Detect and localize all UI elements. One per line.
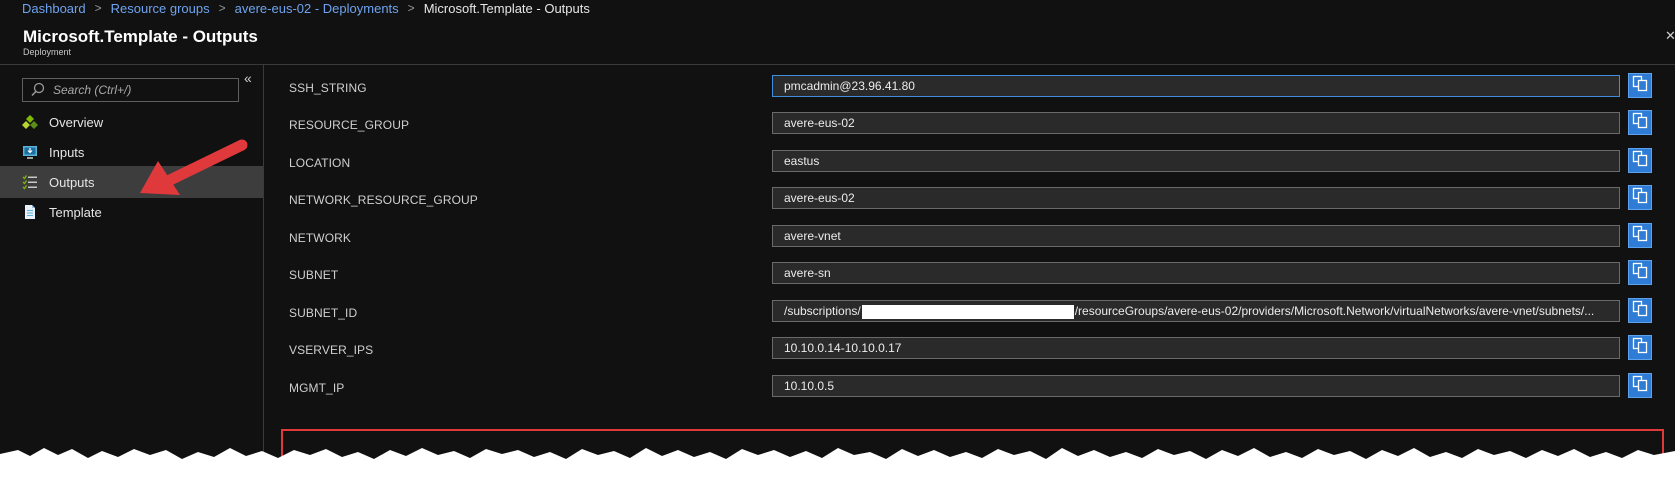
template-icon bbox=[21, 203, 39, 221]
output-name: NETWORK bbox=[289, 231, 352, 245]
copy-button[interactable] bbox=[1628, 373, 1652, 398]
breadcrumb-separator: > bbox=[407, 1, 415, 15]
copy-icon bbox=[1632, 262, 1648, 284]
output-row-ssh-string: SSH_STRING pmcadmin@23.96.41.80 bbox=[264, 67, 1675, 107]
output-row-resource-group: RESOURCE_GROUP avere-eus-02 bbox=[264, 104, 1675, 144]
outputs-panel: SSH_STRING pmcadmin@23.96.41.80 RESOURCE… bbox=[264, 65, 1675, 486]
azure-portal-blade: Dashboard > Resource groups > avere-eus-… bbox=[0, 0, 1675, 486]
torn-paper-edge bbox=[0, 448, 1675, 486]
sidebar: « Overview Inputs bbox=[0, 65, 264, 486]
output-row-subnet-id: SUBNET_ID /subscriptions/ /resourceGroups… bbox=[264, 292, 1675, 332]
copy-button[interactable] bbox=[1628, 148, 1652, 173]
output-value-field[interactable]: 10.10.0.5 bbox=[772, 375, 1620, 397]
output-row-mgmt-ip: MGMT_IP 10.10.0.5 bbox=[264, 367, 1675, 407]
search-icon bbox=[29, 80, 47, 100]
breadcrumb-separator: > bbox=[94, 1, 102, 15]
output-value-field[interactable]: avere-vnet bbox=[772, 225, 1620, 247]
page-subtitle: Deployment bbox=[23, 47, 72, 57]
output-value-field[interactable]: pmcadmin@23.96.41.80 bbox=[772, 75, 1620, 97]
output-value-field[interactable]: /subscriptions/ /resourceGroups/avere-eus… bbox=[772, 300, 1620, 322]
subnet-id-prefix: /subscriptions/ bbox=[784, 304, 861, 318]
copy-button[interactable] bbox=[1628, 260, 1652, 285]
copy-icon bbox=[1632, 375, 1648, 397]
close-icon[interactable]: ✕ bbox=[1665, 28, 1675, 42]
output-name: SUBNET bbox=[289, 268, 339, 282]
breadcrumb: Dashboard > Resource groups > avere-eus-… bbox=[22, 0, 590, 16]
copy-icon bbox=[1632, 300, 1648, 322]
copy-button[interactable] bbox=[1628, 335, 1652, 360]
outputs-icon bbox=[21, 173, 39, 191]
output-name: VSERVER_IPS bbox=[289, 343, 374, 357]
copy-button[interactable] bbox=[1628, 223, 1652, 248]
output-value-field[interactable]: avere-eus-02 bbox=[772, 112, 1620, 134]
output-row-location: LOCATION eastus bbox=[264, 142, 1675, 182]
output-value-field[interactable]: eastus bbox=[772, 150, 1620, 172]
sidebar-item-inputs[interactable]: Inputs bbox=[0, 136, 263, 168]
sidebar-item-label: Inputs bbox=[49, 144, 85, 160]
breadcrumb-dashboard[interactable]: Dashboard bbox=[22, 1, 86, 16]
output-name: LOCATION bbox=[289, 156, 351, 170]
output-value-field[interactable]: avere-sn bbox=[772, 262, 1620, 284]
collapse-sidebar-icon[interactable]: « bbox=[244, 70, 252, 86]
output-name: MGMT_IP bbox=[289, 381, 345, 395]
copy-button[interactable] bbox=[1628, 110, 1652, 135]
copy-icon bbox=[1632, 337, 1648, 359]
output-name: RESOURCE_GROUP bbox=[289, 118, 410, 132]
breadcrumb-current: Microsoft.Template - Outputs bbox=[423, 0, 590, 16]
copy-button[interactable] bbox=[1628, 298, 1652, 323]
output-name: NETWORK_RESOURCE_GROUP bbox=[289, 193, 478, 207]
sidebar-item-label: Outputs bbox=[49, 174, 95, 190]
subnet-id-suffix: /resourceGroups/avere-eus-02/providers/M… bbox=[1074, 304, 1595, 318]
sidebar-item-label: Template bbox=[49, 204, 102, 220]
copy-icon bbox=[1632, 150, 1648, 172]
breadcrumb-deployments[interactable]: avere-eus-02 - Deployments bbox=[235, 1, 399, 16]
output-row-subnet: SUBNET avere-sn bbox=[264, 254, 1675, 294]
sidebar-item-overview[interactable]: Overview bbox=[0, 106, 263, 138]
search-box[interactable] bbox=[22, 78, 239, 102]
sidebar-item-label: Overview bbox=[49, 114, 104, 130]
breadcrumb-separator: > bbox=[218, 1, 226, 15]
search-input[interactable] bbox=[51, 82, 235, 98]
page-title: Microsoft.Template - Outputs bbox=[23, 27, 258, 46]
output-name: SSH_STRING bbox=[289, 81, 367, 95]
output-row-network: NETWORK avere-vnet bbox=[264, 217, 1675, 257]
redacted-subscription-id bbox=[861, 304, 1074, 319]
output-value-field[interactable]: avere-eus-02 bbox=[772, 187, 1620, 209]
output-row-vserver-ips: VSERVER_IPS 10.10.0.14-10.10.0.17 bbox=[264, 329, 1675, 369]
sidebar-item-template[interactable]: Template bbox=[0, 196, 263, 228]
sidebar-item-outputs[interactable]: Outputs bbox=[0, 166, 263, 198]
copy-button[interactable] bbox=[1628, 73, 1652, 98]
inputs-icon bbox=[21, 143, 39, 161]
copy-button[interactable] bbox=[1628, 185, 1652, 210]
output-value-field[interactable]: 10.10.0.14-10.10.0.17 bbox=[772, 337, 1620, 359]
copy-icon bbox=[1632, 112, 1648, 134]
copy-icon bbox=[1632, 75, 1648, 97]
copy-icon bbox=[1632, 225, 1648, 247]
breadcrumb-resource-groups[interactable]: Resource groups bbox=[111, 1, 210, 16]
overview-icon bbox=[21, 113, 39, 131]
copy-icon bbox=[1632, 187, 1648, 209]
output-name: SUBNET_ID bbox=[289, 306, 358, 320]
output-row-network-resource-group: NETWORK_RESOURCE_GROUP avere-eus-02 bbox=[264, 179, 1675, 219]
